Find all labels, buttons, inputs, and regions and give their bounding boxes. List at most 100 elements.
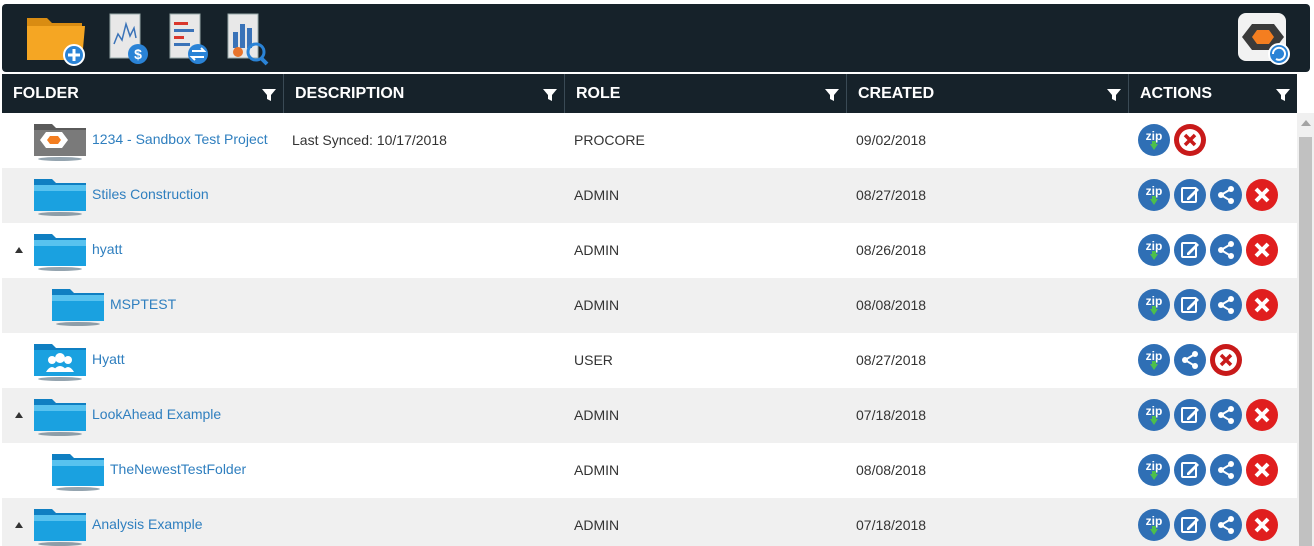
filter-icon[interactable]: [1106, 87, 1122, 103]
cost-report-icon[interactable]: $: [106, 10, 154, 66]
analysis-report-icon[interactable]: [224, 10, 272, 66]
share-icon[interactable]: [1173, 343, 1207, 377]
description-column-header[interactable]: DESCRIPTION: [284, 74, 565, 113]
svg-text:zip: zip: [1146, 404, 1163, 418]
shared-folder-icon[interactable]: [32, 338, 88, 387]
folder-grid: 1234 - Sandbox Test Project Last Synced: …: [2, 113, 1297, 546]
edit-icon[interactable]: [1173, 398, 1207, 432]
table-row[interactable]: 1234 - Sandbox Test Project Last Synced: …: [2, 113, 1297, 168]
share-icon[interactable]: [1209, 233, 1243, 267]
table-row[interactable]: Analysis Example ADMIN 07/18/2018 zip: [2, 498, 1297, 546]
zip-download-icon[interactable]: zip: [1137, 233, 1171, 267]
edit-icon[interactable]: [1173, 233, 1207, 267]
folder-icon[interactable]: [50, 283, 106, 332]
delete-icon[interactable]: [1209, 343, 1243, 377]
delete-icon[interactable]: [1245, 233, 1279, 267]
svg-text:zip: zip: [1146, 239, 1163, 253]
svg-text:zip: zip: [1146, 184, 1163, 198]
zip-download-icon[interactable]: zip: [1137, 343, 1171, 377]
table-row[interactable]: TheNewestTestFolder ADMIN 08/08/2018 zip: [2, 443, 1297, 498]
svg-text:zip: zip: [1146, 129, 1163, 143]
folder-header-label: FOLDER: [13, 85, 79, 102]
created-cell: 08/27/2018: [856, 187, 927, 203]
folder-icon[interactable]: [32, 173, 88, 222]
zip-download-icon[interactable]: zip: [1137, 288, 1171, 322]
created-cell: 08/26/2018: [856, 242, 927, 258]
svg-text:zip: zip: [1146, 294, 1163, 308]
share-icon[interactable]: [1209, 178, 1243, 212]
compare-report-icon[interactable]: [166, 10, 214, 66]
filter-icon[interactable]: [542, 87, 558, 103]
role-column-header[interactable]: ROLE: [565, 74, 847, 113]
delete-icon[interactable]: [1245, 178, 1279, 212]
row-actions: zip: [1137, 508, 1279, 542]
expand-toggle-icon[interactable]: [15, 522, 23, 528]
edit-icon[interactable]: [1173, 178, 1207, 212]
folder-name-link[interactable]: Hyatt: [92, 333, 125, 386]
scroll-thumb[interactable]: [1299, 137, 1312, 546]
folder-column-header[interactable]: FOLDER: [2, 74, 284, 113]
delete-icon[interactable]: [1245, 453, 1279, 487]
filter-icon[interactable]: [824, 87, 840, 103]
table-header: FOLDER DESCRIPTION ROLE CREATED ACTIONS: [2, 74, 1297, 113]
expand-toggle-icon[interactable]: [15, 247, 23, 253]
role-cell: ADMIN: [574, 407, 620, 423]
share-icon[interactable]: [1209, 508, 1243, 542]
table-row[interactable]: LookAhead Example ADMIN 07/18/2018 zip: [2, 388, 1297, 443]
folder-name-link[interactable]: 1234 - Sandbox Test Project: [92, 113, 268, 166]
share-icon[interactable]: [1209, 398, 1243, 432]
created-cell: 07/18/2018: [856, 407, 927, 423]
folder-icon[interactable]: [32, 503, 88, 546]
edit-icon[interactable]: [1173, 288, 1207, 322]
share-icon[interactable]: [1209, 453, 1243, 487]
scroll-up-arrow[interactable]: [1301, 120, 1311, 126]
role-cell: ADMIN: [574, 187, 620, 203]
edit-icon[interactable]: [1173, 453, 1207, 487]
folder-icon[interactable]: [32, 393, 88, 442]
table-row[interactable]: hyatt ADMIN 08/26/2018 zip: [2, 223, 1297, 278]
table-row[interactable]: MSPTEST ADMIN 08/08/2018 zip: [2, 278, 1297, 333]
folder-icon[interactable]: [32, 228, 88, 277]
zip-download-icon[interactable]: zip: [1137, 398, 1171, 432]
zip-download-icon[interactable]: zip: [1137, 508, 1171, 542]
folder-name-link[interactable]: LookAhead Example: [92, 388, 221, 441]
role-cell: ADMIN: [574, 517, 620, 533]
toolbar: $: [2, 4, 1310, 72]
vertical-scrollbar[interactable]: [1297, 113, 1314, 546]
delete-icon[interactable]: [1245, 398, 1279, 432]
role-header-label: ROLE: [576, 85, 621, 102]
zip-download-icon[interactable]: zip: [1137, 123, 1171, 157]
zip-download-icon[interactable]: zip: [1137, 453, 1171, 487]
folder-name-link[interactable]: Analysis Example: [92, 498, 203, 546]
folder-name-link[interactable]: hyatt: [92, 223, 122, 276]
role-cell: ADMIN: [574, 297, 620, 313]
filter-icon[interactable]: [1275, 87, 1291, 103]
row-actions: zip: [1137, 398, 1279, 432]
add-folder-icon[interactable]: [24, 10, 90, 66]
table-row[interactable]: Hyatt USER 08/27/2018 zip: [2, 333, 1297, 388]
delete-icon[interactable]: [1173, 123, 1207, 157]
zip-download-icon[interactable]: zip: [1137, 178, 1171, 212]
description-header-label: DESCRIPTION: [295, 85, 405, 102]
row-actions: zip: [1137, 123, 1207, 157]
share-icon[interactable]: [1209, 288, 1243, 322]
procore-sync-icon[interactable]: [1235, 10, 1293, 66]
procore-folder-icon[interactable]: [32, 118, 88, 167]
edit-icon[interactable]: [1173, 508, 1207, 542]
svg-text:zip: zip: [1146, 349, 1163, 363]
folder-name-link[interactable]: MSPTEST: [110, 278, 176, 331]
actions-column-header[interactable]: ACTIONS: [1129, 74, 1297, 113]
table-row[interactable]: Stiles Construction ADMIN 08/27/2018 zip: [2, 168, 1297, 223]
svg-text:zip: zip: [1146, 459, 1163, 473]
folder-name-link[interactable]: TheNewestTestFolder: [110, 443, 246, 496]
expand-toggle-icon[interactable]: [15, 412, 23, 418]
delete-icon[interactable]: [1245, 288, 1279, 322]
svg-text:zip: zip: [1146, 514, 1163, 528]
description-cell: Last Synced: 10/17/2018: [292, 132, 447, 148]
filter-icon[interactable]: [261, 87, 277, 103]
folder-icon[interactable]: [50, 448, 106, 497]
folder-name-link[interactable]: Stiles Construction: [92, 168, 209, 221]
created-column-header[interactable]: CREATED: [847, 74, 1129, 113]
svg-text:$: $: [134, 46, 142, 62]
delete-icon[interactable]: [1245, 508, 1279, 542]
